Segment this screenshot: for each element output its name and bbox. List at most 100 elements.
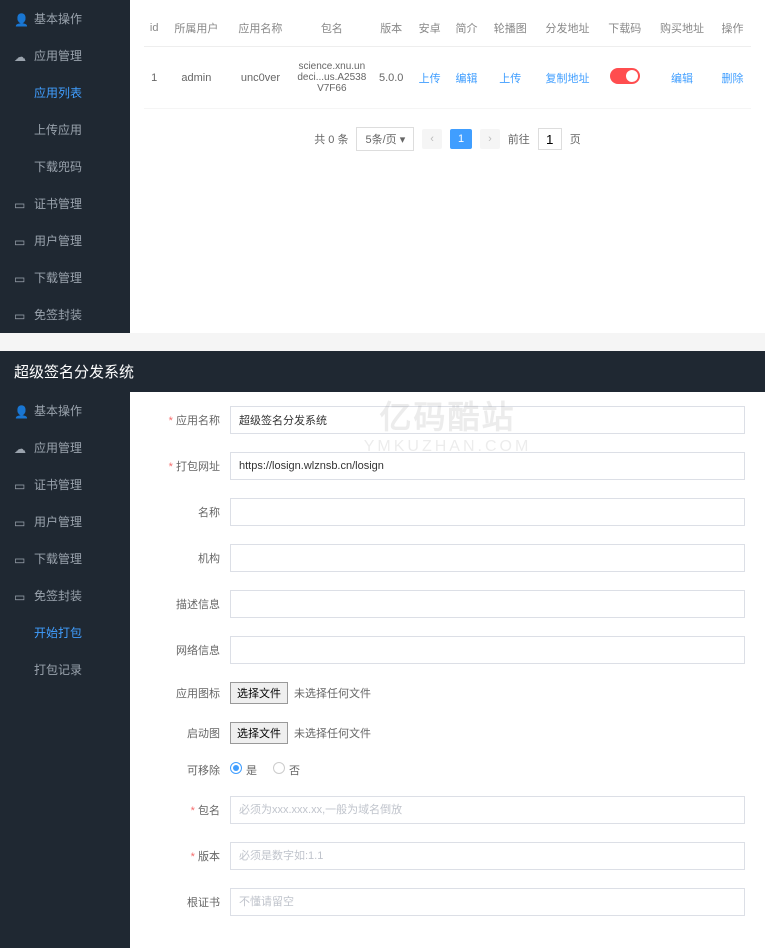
sidebar-item-nosign[interactable]: ▭ 免签封装 [0, 296, 130, 333]
label-org: 机构 [150, 550, 220, 566]
sidebar-item-download-code[interactable]: 下载兜码 [0, 148, 130, 185]
link-copy-dist[interactable]: 复制地址 [545, 73, 589, 85]
input-name[interactable] [230, 498, 745, 526]
doc-icon: ▭ [14, 198, 26, 210]
bottom-sidebar: 👤 基本操作 ☁应用管理 ▭ 证书管理 ▭用户管理 ▭ 下载管理 ▭ 免签封装 开始打包… [0, 392, 130, 948]
table-header-row: id 所属用户 应用名称 包名 版本 安卓 简介 轮播图 分发地址 下载码 购买… [144, 10, 751, 47]
sidebar-label: 下载兜码 [34, 158, 82, 175]
sidebar-label: 打包记录 [34, 661, 82, 678]
user-icon: 👤 [14, 13, 26, 25]
cell-id: 1 [144, 47, 164, 109]
cell-user: admin [164, 47, 228, 109]
sidebar-item-upload-app[interactable]: 上传应用 [0, 111, 130, 148]
th-dlcode: 下载码 [600, 10, 650, 47]
form-area: 亿码酷站 YMKUZHAN.COM 应用名称 打包网址 名称 机构 描述信息 网… [130, 392, 765, 948]
th-intro: 简介 [448, 10, 485, 47]
page-next[interactable]: › [480, 129, 500, 149]
th-carousel: 轮播图 [485, 10, 535, 47]
th-dist: 分发地址 [535, 10, 599, 47]
user-icon: 👤 [14, 405, 26, 417]
sidebar-label: 应用管理 [34, 47, 82, 64]
sidebar-item-basic[interactable]: 👤 基本操作 [0, 392, 130, 429]
label-cert: 根证书 [150, 894, 220, 910]
sidebar-item-start-pack[interactable]: 开始打包 [0, 614, 130, 651]
sidebar-item-app-list[interactable]: 应用列表 [0, 74, 130, 111]
sidebar-label: 开始打包 [34, 624, 82, 641]
file-choose-launch[interactable]: 选择文件 [230, 722, 288, 744]
sidebar-label: 下载管理 [34, 269, 82, 286]
pagination: 共 0 条 5条/页 ▾ ‹ 1 › 前往 页 [144, 127, 751, 151]
label-name: 名称 [150, 504, 220, 520]
th-op: 操作 [714, 10, 751, 47]
th-app: 应用名称 [228, 10, 292, 47]
sidebar-label: 用户管理 [34, 232, 82, 249]
page-goto-unit: 页 [570, 131, 581, 147]
link-delete[interactable]: 删除 [721, 73, 743, 85]
link-intro-edit[interactable]: 编辑 [456, 73, 478, 85]
table-row: 1 admin unc0ver science.xnu.undeci...us.… [144, 47, 751, 109]
sidebar-item-nosign[interactable]: ▭ 免签封装 [0, 577, 130, 614]
sidebar-item-app-mgmt[interactable]: ☁ 应用管理 [0, 37, 130, 74]
label-launch: 启动图 [150, 725, 220, 741]
input-org[interactable] [230, 544, 745, 572]
link-buy-edit[interactable]: 编辑 [671, 73, 693, 85]
sidebar-item-basic[interactable]: 👤 基本操作 [0, 0, 130, 37]
sidebar-item-download-mgmt[interactable]: ▭下载管理 [0, 259, 130, 296]
cell-app: unc0ver [228, 47, 292, 109]
radio-icon [273, 762, 285, 774]
input-app-name[interactable] [230, 406, 745, 434]
bottom-body: 👤 基本操作 ☁应用管理 ▭ 证书管理 ▭用户管理 ▭ 下载管理 ▭ 免签封装 开始打包… [0, 392, 765, 948]
sidebar-label: 基本操作 [34, 10, 82, 27]
sidebar-item-user-mgmt[interactable]: ▭用户管理 [0, 503, 130, 540]
th-buy: 购买地址 [650, 10, 714, 47]
sidebar-label: 应用列表 [34, 84, 82, 101]
input-cert[interactable] [230, 888, 745, 916]
sidebar-label: 证书管理 [34, 195, 82, 212]
label-app-name: 应用名称 [150, 412, 220, 428]
sidebar-item-cert[interactable]: ▭ 证书管理 [0, 466, 130, 503]
radio-yes[interactable]: 是 [230, 762, 257, 778]
app-title: 超级签名分发系统 [0, 351, 765, 392]
radio-no[interactable]: 否 [273, 762, 300, 778]
doc-icon: ▭ [14, 590, 26, 602]
label-ver: 版本 [150, 848, 220, 864]
input-url[interactable] [230, 452, 745, 480]
file-empty-icon: 未选择任何文件 [294, 685, 371, 701]
th-ver: 版本 [371, 10, 411, 47]
label-url: 打包网址 [150, 458, 220, 474]
input-pkg[interactable] [230, 796, 745, 824]
doc-icon: ▭ [14, 553, 26, 565]
input-ver[interactable] [230, 842, 745, 870]
page-goto-input[interactable] [538, 128, 562, 150]
file-choose-icon[interactable]: 选择文件 [230, 682, 288, 704]
sidebar-item-user-mgmt[interactable]: ▭用户管理 [0, 222, 130, 259]
input-net[interactable] [230, 636, 745, 664]
input-desc[interactable] [230, 590, 745, 618]
toggle-dlcode[interactable] [610, 68, 640, 84]
sidebar-label: 基本操作 [34, 402, 82, 419]
page-goto-label: 前往 [508, 131, 530, 147]
page-prev[interactable]: ‹ [422, 129, 442, 149]
doc-icon: ▭ [14, 309, 26, 321]
sidebar-label: 免签封装 [34, 587, 82, 604]
sidebar-item-app-mgmt[interactable]: ☁应用管理 [0, 429, 130, 466]
sidebar-item-download-mgmt[interactable]: ▭ 下载管理 [0, 540, 130, 577]
doc-icon: ▭ [14, 479, 26, 491]
sidebar-label: 免签封装 [34, 306, 82, 323]
sidebar-item-pack-log[interactable]: 打包记录 [0, 651, 130, 688]
top-panel: 👤基本操作 ☁应用管理 应用列表 上传应用 下载兜码 ▭证书管理 ▭用户管理 ▭… [0, 0, 765, 333]
link-carousel-upload[interactable]: 上传 [499, 73, 521, 85]
page-current[interactable]: 1 [450, 129, 472, 149]
app-table: id 所属用户 应用名称 包名 版本 安卓 简介 轮播图 分发地址 下载码 购买… [144, 10, 751, 109]
sidebar-label: 应用管理 [34, 439, 82, 456]
page-size-select[interactable]: 5条/页 ▾ [356, 127, 414, 151]
cloud-icon: ☁ [14, 50, 26, 62]
link-android-upload[interactable]: 上传 [419, 73, 441, 85]
sidebar-label: 证书管理 [34, 476, 82, 493]
radio-group-removable: 是 否 [230, 762, 300, 778]
sidebar-label: 下载管理 [34, 550, 82, 567]
radio-icon [230, 762, 242, 774]
sidebar-item-cert[interactable]: ▭ 证书管理 [0, 185, 130, 222]
cell-ver: 5.0.0 [371, 47, 411, 109]
sidebar-label: 上传应用 [34, 121, 82, 138]
